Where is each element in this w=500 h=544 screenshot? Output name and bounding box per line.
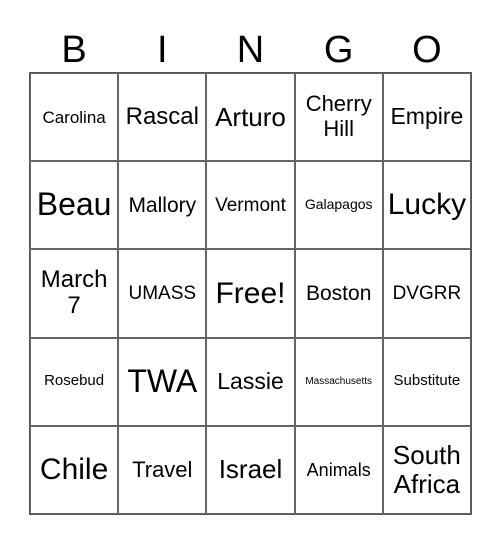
bingo-cell[interactable]: Massachusetts [294,337,383,426]
bingo-cell[interactable]: TWA [118,337,207,426]
header-letter-i: I [157,29,168,71]
bingo-cell[interactable]: South Africa [382,425,471,514]
header-letter-n: N [236,29,265,71]
bingo-cell[interactable]: Israel [206,425,295,514]
bingo-cell[interactable]: Beau [30,161,119,250]
bingo-cell[interactable]: Substitute [382,337,471,426]
header-letter-b: B [61,29,87,71]
bingo-cell[interactable]: Travel [118,425,207,514]
bingo-cell[interactable]: Chile [30,425,119,514]
bingo-cell[interactable]: Mallory [118,161,207,250]
bingo-cell[interactable]: Lassie [206,337,295,426]
bingo-cell[interactable]: Arturo [206,73,295,162]
bingo-grid: Carolina Rascal Arturo Cherry Hill Empire Bea… [29,72,472,515]
bingo-cell[interactable]: Empire [382,73,471,162]
bingo-cell[interactable]: Boston [294,249,383,338]
bingo-cell[interactable]: UMASS [118,249,207,338]
header-letter-g: G [323,29,354,71]
bingo-cell[interactable]: DVGRR [382,249,471,338]
bingo-cell[interactable]: Animals [294,425,383,514]
free-space-cell[interactable]: Free! [206,249,295,338]
bingo-cell[interactable]: Vermont [206,161,295,250]
header-letter-o: O [412,29,442,71]
bingo-header: B I N G O [30,28,471,72]
bingo-cell[interactable]: Rosebud [30,337,119,426]
bingo-cell[interactable]: March 7 [30,249,119,338]
bingo-cell[interactable]: Lucky [382,161,471,250]
bingo-cell[interactable]: Galapagos [294,161,383,250]
bingo-cell[interactable]: Cherry Hill [294,73,383,162]
bingo-cell[interactable]: Carolina [30,73,119,162]
bingo-cell[interactable]: Rascal [118,73,207,162]
